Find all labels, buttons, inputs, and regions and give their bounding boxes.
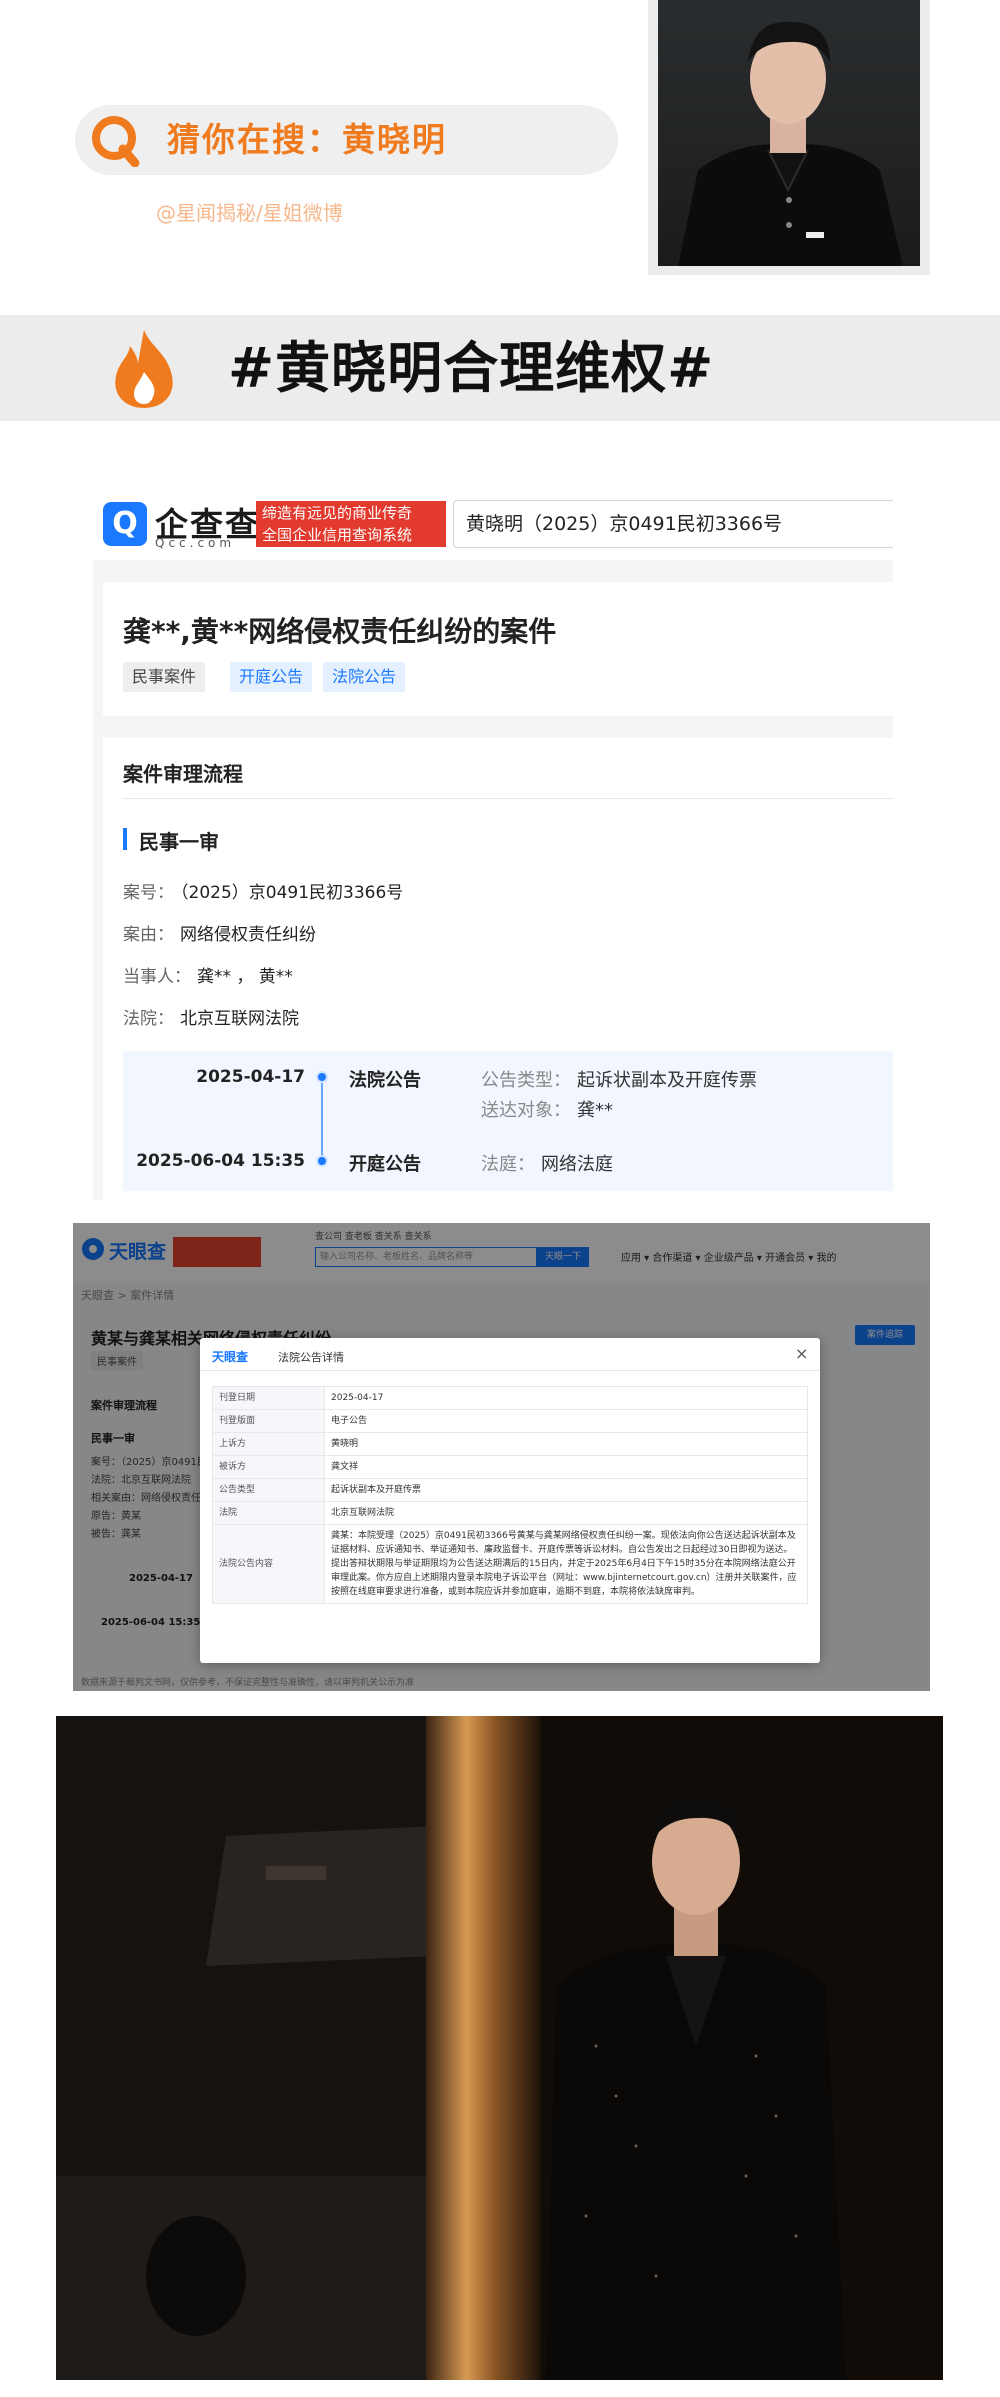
modal-logo: 天眼查 bbox=[212, 1350, 249, 1364]
field-label: 案号： bbox=[123, 883, 174, 903]
qcc-logo-domain: Qcc.com bbox=[155, 536, 236, 550]
timeline-date: 2025-04-17 bbox=[196, 1067, 305, 1087]
feature-photo bbox=[56, 1716, 943, 2380]
flame-icon bbox=[115, 330, 173, 408]
qcc-slogan-line1: 缔造有远见的商业传奇 bbox=[262, 504, 413, 522]
tag-hearing-notice[interactable]: 开庭公告 bbox=[230, 662, 313, 692]
divider bbox=[123, 798, 893, 799]
portrait-photo bbox=[658, 0, 920, 266]
search-suggestion-pill[interactable]: 猜你在搜：黄晓明 bbox=[75, 105, 618, 175]
timeline-value: 龚** bbox=[577, 1100, 613, 1121]
qcc-search-input[interactable]: 黄晓明（2025）京0491民初3366号 bbox=[453, 500, 893, 548]
timeline-value: 起诉状副本及开庭传票 bbox=[577, 1070, 757, 1091]
search-icon bbox=[92, 116, 140, 167]
row-label: 法院公告内容 bbox=[212, 1524, 325, 1604]
case-flow-card: 案件审理流程 民事一审 案号： （2025）京0491民初3366号 案由： 网络侵… bbox=[103, 738, 893, 1200]
qcc-slogan: 缔造有远见的商业传奇 全国企业信用查询系统 bbox=[256, 501, 446, 547]
timeline-type[interactable]: 开庭公告 bbox=[349, 1150, 421, 1176]
tag-civil-case[interactable]: 民事案件 bbox=[123, 662, 206, 692]
row-label: 法院 bbox=[212, 1501, 325, 1525]
case-header-card: 龚**,黄**网络侵权责任纠纷的案件 民事案件 开庭公告 法院公告 bbox=[103, 582, 893, 716]
modal-title: 法院公告详情 bbox=[278, 1351, 344, 1364]
case-timeline: 2025-04-17 2025-06-04 15:35 法院公告 开庭公告 公告… bbox=[123, 1051, 893, 1191]
field-value: （2025）京0491民初3366号 bbox=[180, 883, 404, 903]
row-label: 上诉方 bbox=[212, 1432, 325, 1456]
row-value[interactable]: 龚文祥 bbox=[324, 1455, 808, 1479]
table-row: 被诉方 龚文祥 bbox=[212, 1455, 808, 1479]
timeline-type[interactable]: 法院公告 bbox=[349, 1066, 421, 1092]
field-case-number: 案号： （2025）京0491民初3366号 bbox=[123, 878, 403, 903]
topic-banner: #黄晓明合理维权# bbox=[0, 315, 1000, 421]
field-label: 法院： bbox=[123, 1009, 174, 1029]
timeline-dot bbox=[316, 1155, 328, 1167]
timeline-dot bbox=[316, 1071, 328, 1083]
field-label: 当事人： bbox=[123, 967, 191, 987]
qcc-logo-icon[interactable]: Q bbox=[103, 502, 147, 546]
divider bbox=[200, 1370, 820, 1371]
case-title: 龚**,黄**网络侵权责任纠纷的案件 bbox=[123, 615, 557, 648]
flow-title: 案件审理流程 bbox=[123, 762, 243, 786]
table-row: 刊登版面 电子公告 bbox=[212, 1409, 808, 1433]
qcc-slogan-line2: 全国企业信用查询系统 bbox=[262, 526, 413, 544]
timeline-label: 法庭： bbox=[481, 1154, 535, 1175]
row-label: 刊登日期 bbox=[212, 1386, 325, 1410]
stage-title: 民事一审 bbox=[139, 830, 219, 854]
tag-court-notice[interactable]: 法院公告 bbox=[323, 662, 406, 692]
field-parties: 当事人： 龚** ， 黄** bbox=[123, 962, 293, 987]
timeline-label: 公告类型： bbox=[481, 1070, 571, 1091]
timeline-courtroom: 法庭： 网络法庭 bbox=[481, 1150, 613, 1176]
timeline-value: 网络法庭 bbox=[541, 1154, 613, 1175]
close-icon[interactable]: × bbox=[795, 1344, 808, 1363]
row-label: 被诉方 bbox=[212, 1455, 325, 1479]
field-value: 网络侵权责任纠纷 bbox=[180, 925, 316, 945]
qichacha-screenshot: Q 企查查 Qcc.com 缔造有远见的商业传奇 全国企业信用查询系统 黄晓明（… bbox=[93, 488, 893, 1200]
table-row: 法院 北京互联网法院 bbox=[212, 1501, 808, 1525]
table-row: 刊登日期 2025-04-17 bbox=[212, 1386, 808, 1410]
source-credit: @星闻揭秘/星姐微博 bbox=[156, 201, 343, 225]
row-value: 龚某：本院受理（2025）京0491民初3366号黄某与龚某网络侵权责任纠纷一案… bbox=[324, 1524, 808, 1604]
timeline-notice-type: 公告类型： 起诉状副本及开庭传票 bbox=[481, 1066, 757, 1092]
table-row: 公告类型 起诉状副本及开庭传票 bbox=[212, 1478, 808, 1502]
row-value: 2025-04-17 bbox=[324, 1386, 808, 1410]
search-suggestion-text: 猜你在搜：黄晓明 bbox=[167, 120, 447, 159]
row-value: 电子公告 bbox=[324, 1409, 808, 1433]
qcc-header: Q 企查查 Qcc.com 缔造有远见的商业传奇 全国企业信用查询系统 黄晓明（… bbox=[93, 488, 893, 560]
topic-title: #黄晓明合理维权# bbox=[228, 336, 715, 400]
field-value[interactable]: 龚** ， 黄** bbox=[197, 967, 293, 987]
table-row: 法院公告内容 龚某：本院受理（2025）京0491民初3366号黄某与龚某网络侵权… bbox=[212, 1524, 808, 1604]
field-case-cause: 案由： 网络侵权责任纠纷 bbox=[123, 920, 316, 945]
tianyancha-screenshot: 天眼查 查公司 查老板 查关系 查关系 输入公司名称、老板姓名、品牌名称等 天眼… bbox=[73, 1223, 930, 1691]
timeline-line bbox=[321, 1075, 323, 1163]
row-label: 刊登版面 bbox=[212, 1409, 325, 1433]
row-value[interactable]: 黄晓明 bbox=[324, 1432, 808, 1456]
field-court: 法院： 北京互联网法院 bbox=[123, 1004, 299, 1029]
table-row: 上诉方 黄晓明 bbox=[212, 1432, 808, 1456]
row-value: 起诉状副本及开庭传票 bbox=[324, 1478, 808, 1502]
court-notice-modal: 天眼查 法院公告详情 × 刊登日期 2025-04-17 刊登版面 电子公告 上诉方… bbox=[200, 1338, 820, 1663]
stage-marker bbox=[123, 828, 127, 850]
timeline-recipient: 送达对象： 龚** bbox=[481, 1096, 613, 1122]
portrait-frame bbox=[648, 0, 930, 275]
row-value[interactable]: 北京互联网法院 bbox=[324, 1501, 808, 1525]
timeline-date: 2025-06-04 15:35 bbox=[136, 1151, 305, 1171]
field-value[interactable]: 北京互联网法院 bbox=[180, 1009, 299, 1029]
row-label: 公告类型 bbox=[212, 1478, 325, 1502]
timeline-label: 送达对象： bbox=[481, 1100, 571, 1121]
notice-detail-table: 刊登日期 2025-04-17 刊登版面 电子公告 上诉方 黄晓明 被诉方 龚文祥 公告… bbox=[212, 1386, 808, 1604]
field-label: 案由： bbox=[123, 925, 174, 945]
